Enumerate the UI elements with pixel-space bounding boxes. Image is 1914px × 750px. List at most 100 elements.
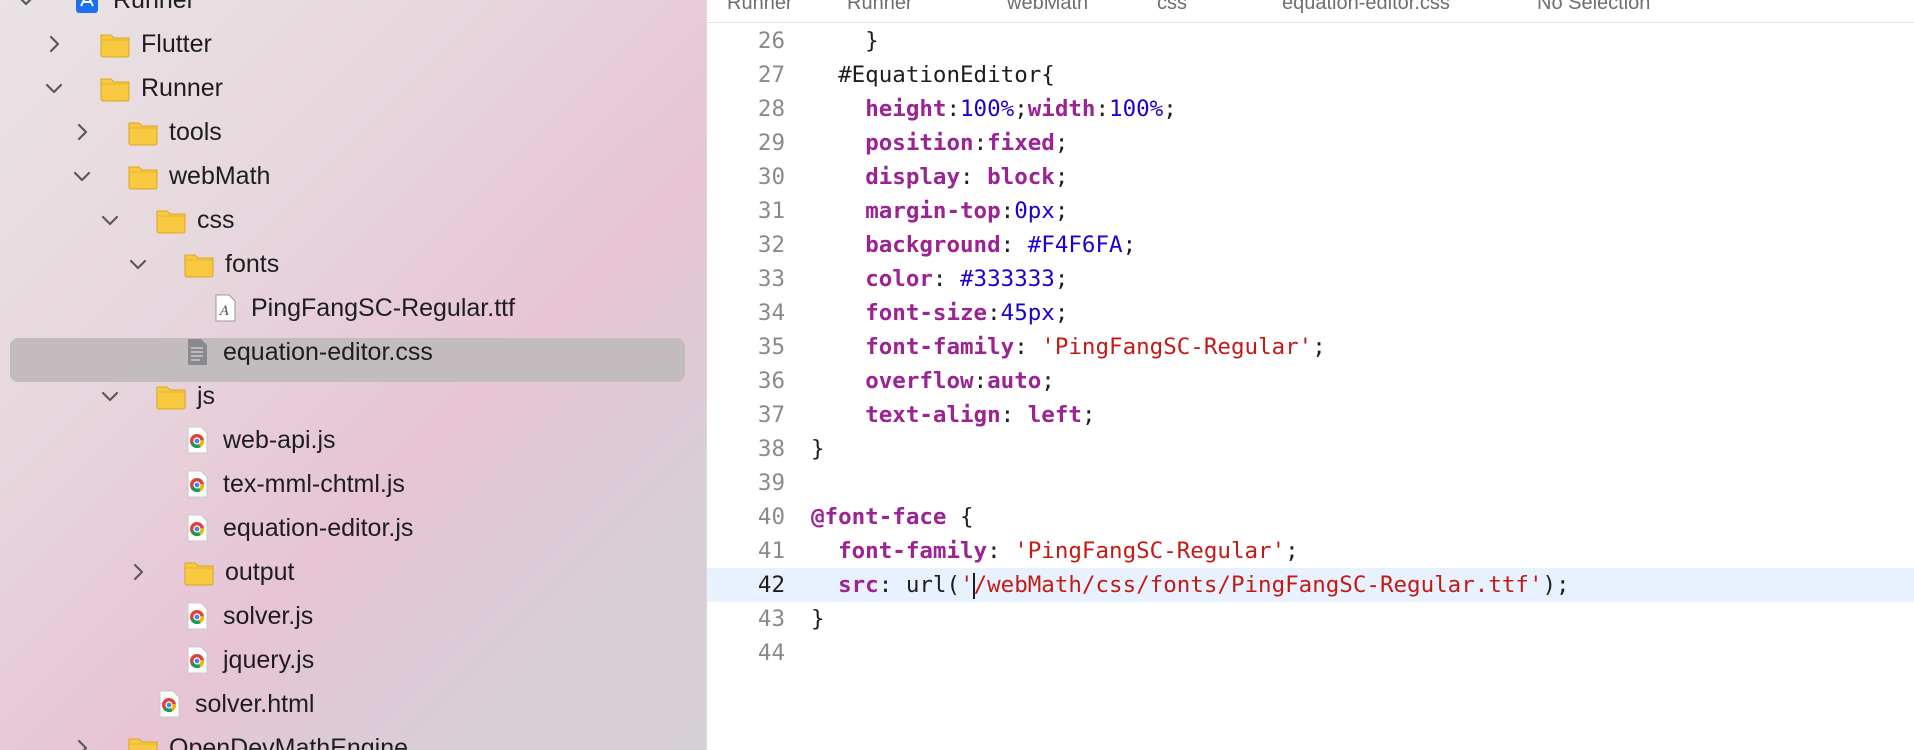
line-number: 42 [757, 572, 785, 598]
code-token: : [1000, 402, 1028, 428]
code-line[interactable]: 36 overflow:auto; [707, 364, 1914, 398]
code-token: auto [987, 368, 1042, 394]
code-line[interactable]: 35 font-family: 'PingFangSC-Regular'; [707, 330, 1914, 364]
chevron-down-icon[interactable] [127, 253, 149, 275]
breadcrumb-item[interactable]: equation-editor.css [1282, 0, 1450, 18]
code-line[interactable]: 39 [707, 466, 1914, 500]
code-line[interactable]: 30 display: block; [707, 160, 1914, 194]
code-line[interactable]: 32 background: #F4F6FA; [707, 228, 1914, 262]
code-text: #EquationEditor{ [811, 58, 1055, 92]
tree-item[interactable]: solver.js [0, 594, 706, 638]
line-number: 36 [757, 368, 785, 394]
tree-item[interactable]: jquery.js [0, 638, 706, 682]
chevron-down-icon[interactable] [15, 0, 37, 11]
chevron-down-icon[interactable] [71, 165, 93, 187]
code-line[interactable]: 37 text-align: left; [707, 398, 1914, 432]
source-editor[interactable]: Runner Runner webMath css equation-editor.cs… [706, 0, 1914, 750]
code-line[interactable]: 44 [707, 636, 1914, 670]
code-token: : [1014, 334, 1042, 360]
tree-item[interactable]: fonts [0, 242, 706, 286]
chevron-down-icon[interactable] [99, 209, 121, 231]
code-token: /webMath/css/fonts/PingFangSC-Regular.tt… [973, 572, 1543, 598]
code-token: 'PingFangSC-Regular' [1041, 334, 1313, 360]
code-line[interactable]: 29 position:fixed; [707, 126, 1914, 160]
line-number: 41 [757, 538, 785, 564]
breadcrumb-item[interactable]: css [1157, 0, 1187, 18]
tree-item[interactable]: equation-editor.js [0, 506, 706, 550]
tree-item-label: jquery.js [223, 646, 315, 674]
code-token: ; [1054, 300, 1069, 326]
code-line[interactable]: 31 margin-top:0px; [707, 194, 1914, 228]
css-file-icon [181, 336, 213, 368]
code-token: { [946, 504, 974, 530]
tree-item[interactable]: tex-mml-chtml.js [0, 462, 706, 506]
tree-item[interactable]: js [0, 374, 706, 418]
tree-item[interactable]: Flutter [0, 22, 706, 66]
code-text: height:100%;width:100%; [811, 92, 1177, 126]
code-token: #EquationEditor{ [811, 62, 1055, 88]
line-number: 37 [757, 402, 785, 428]
tree-item[interactable]: Runner [0, 66, 706, 110]
code-token: block [987, 164, 1055, 190]
code-token: font-size [865, 300, 988, 326]
tree-item-label: solver.html [195, 690, 315, 718]
code-line[interactable]: 26 } [707, 24, 1914, 58]
breadcrumb-item[interactable]: No Selection [1537, 0, 1650, 18]
tree-item-label: equation-editor.js [223, 514, 414, 542]
tree-item[interactable]: OpenDevMathEngine [0, 726, 706, 750]
chevron-right-icon[interactable] [71, 121, 93, 143]
code-token: : [932, 266, 961, 292]
tree-item-label: equation-editor.css [223, 338, 433, 366]
code-text: font-family: 'PingFangSC-Regular'; [811, 330, 1326, 364]
tree-item[interactable]: A PingFangSC-Regular.ttf [0, 286, 706, 330]
code-line[interactable]: 28 height:100%;width:100%; [707, 92, 1914, 126]
chevron-right-icon[interactable] [43, 33, 65, 55]
tree-item[interactable]: css [0, 198, 706, 242]
tree-item-label: OpenDevMathEngine [169, 734, 409, 750]
code-line[interactable]: 40 @font-face { [707, 500, 1914, 534]
code-text: } [811, 24, 879, 58]
chevron-right-icon[interactable] [71, 737, 93, 750]
chevron-down-icon[interactable] [99, 385, 121, 407]
tree-item[interactable]: web-api.js [0, 418, 706, 462]
breadcrumb-item[interactable]: webMath [1007, 0, 1088, 18]
line-number: 40 [757, 504, 785, 530]
code-token: ; [1122, 232, 1137, 258]
code-line[interactable]: 33 color: #333333; [707, 262, 1914, 296]
breadcrumb-item[interactable]: Runner [727, 0, 793, 18]
code-line[interactable]: 38} [707, 432, 1914, 466]
project-navigator: Runner Flutter Runner tools webMath css fonts A… [0, 0, 706, 750]
tree-item[interactable]: equation-editor.css [0, 330, 706, 374]
chevron-down-icon[interactable] [43, 77, 65, 99]
tree-item[interactable]: webMath [0, 154, 706, 198]
chevron-right-icon[interactable] [127, 561, 149, 583]
code-text: @font-face { [811, 500, 974, 534]
folder-icon [99, 28, 131, 60]
code-line[interactable]: 41 font-family: 'PingFangSC-Regular'; [707, 534, 1914, 568]
code-text: font-size:45px; [811, 296, 1068, 330]
tree-item[interactable]: tools [0, 110, 706, 154]
code-line[interactable]: 43} [707, 602, 1914, 636]
breadcrumb-item[interactable]: Runner [847, 0, 913, 18]
code-line[interactable]: 27 #EquationEditor{ [707, 58, 1914, 92]
tree-item[interactable]: solver.html [0, 682, 706, 726]
tree-item[interactable]: output [0, 550, 706, 594]
code-token: ; [1054, 266, 1069, 292]
code-token: @font-face [811, 504, 947, 530]
folder-icon [155, 204, 187, 236]
tree-item-label: Runner [141, 74, 223, 102]
code-line[interactable]: 42 src: url('/webMath/css/fonts/PingFang… [707, 568, 1914, 602]
svg-text:A: A [219, 304, 229, 319]
tree-item-label: tools [169, 118, 222, 146]
tree-item[interactable]: Runner [0, 0, 706, 22]
code-token: : [987, 538, 1015, 564]
tree-item-label: css [197, 206, 235, 234]
code-line[interactable]: 34 font-size:45px; [707, 296, 1914, 330]
code-token: position [865, 130, 974, 156]
